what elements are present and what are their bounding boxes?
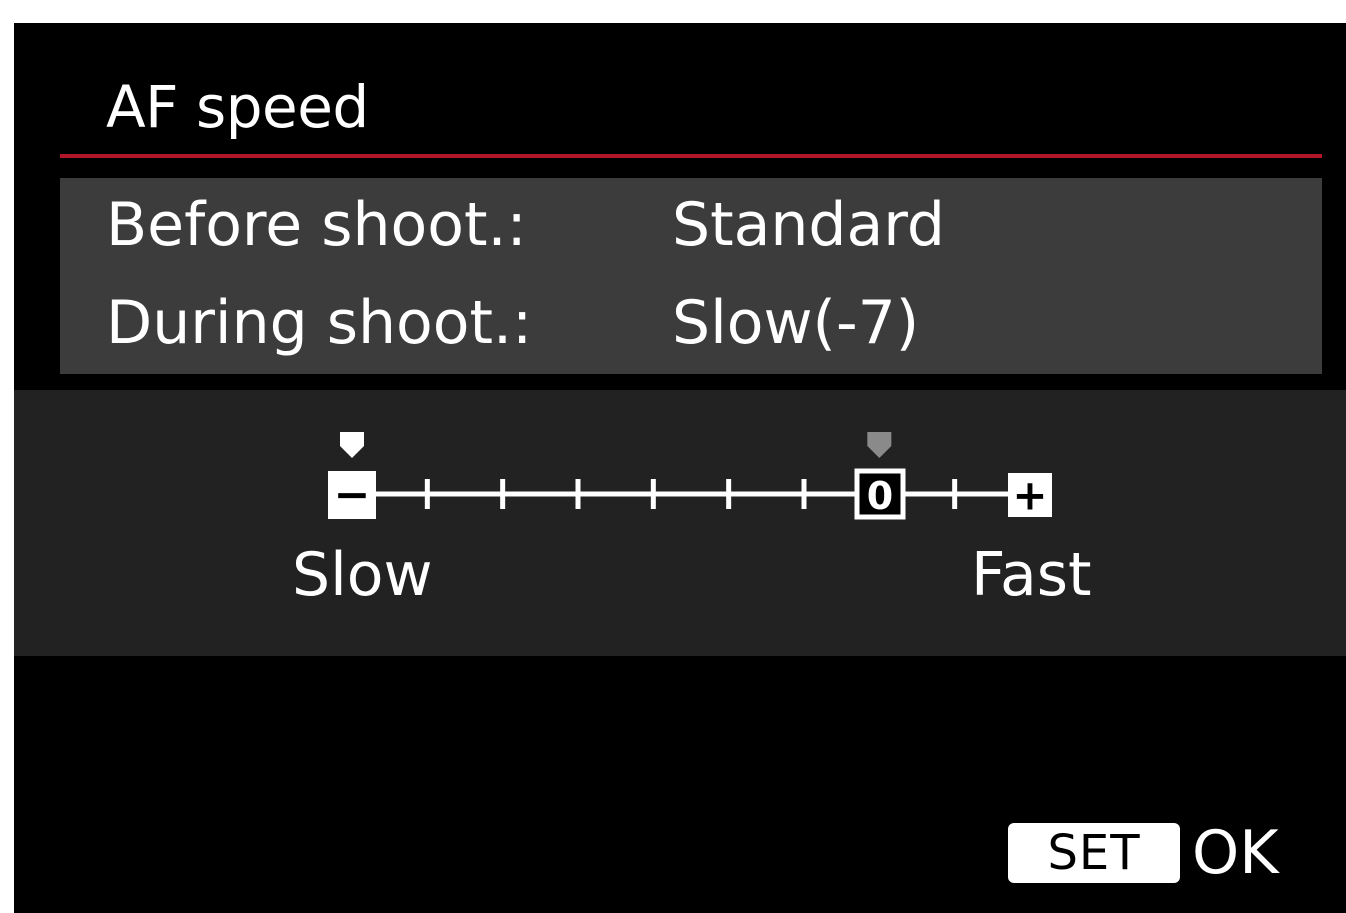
during-shoot-value: Slow(-7) [672, 288, 920, 358]
minus-symbol: − [334, 470, 371, 521]
slow-label: Slow [292, 540, 433, 610]
page-title: AF speed [106, 73, 369, 141]
minus-end-box: − [328, 470, 376, 521]
zero-symbol: 0 [867, 474, 893, 518]
title-divider [60, 154, 1322, 158]
during-shoot-label: During shoot.: [106, 288, 533, 358]
default-value-marker-icon [867, 432, 892, 458]
before-shoot-row: Before shoot.: Standard [60, 190, 1322, 270]
af-speed-info-panel: Before shoot.: Standard During shoot.: S… [60, 178, 1322, 374]
before-shoot-label: Before shoot.: [106, 190, 527, 260]
af-speed-slider-panel[interactable]: − 0 + Slow Fast [14, 390, 1346, 656]
plus-symbol: + [1012, 471, 1047, 520]
af-speed-scale[interactable]: − 0 + [14, 390, 1346, 656]
before-shoot-value: Standard [672, 190, 945, 260]
zero-box: 0 [854, 468, 906, 520]
during-shoot-row: During shoot.: Slow(-7) [60, 288, 1322, 368]
fast-label: Fast [971, 540, 1092, 610]
set-button-icon[interactable]: SET [1008, 823, 1180, 883]
set-ok-hint[interactable]: SET OK [1008, 818, 1279, 888]
current-value-marker-icon[interactable] [340, 432, 364, 458]
plus-end-box: + [1008, 471, 1052, 520]
camera-menu-screen: AF speed Before shoot.: Standard During … [14, 23, 1346, 913]
ok-label: OK [1192, 818, 1279, 888]
